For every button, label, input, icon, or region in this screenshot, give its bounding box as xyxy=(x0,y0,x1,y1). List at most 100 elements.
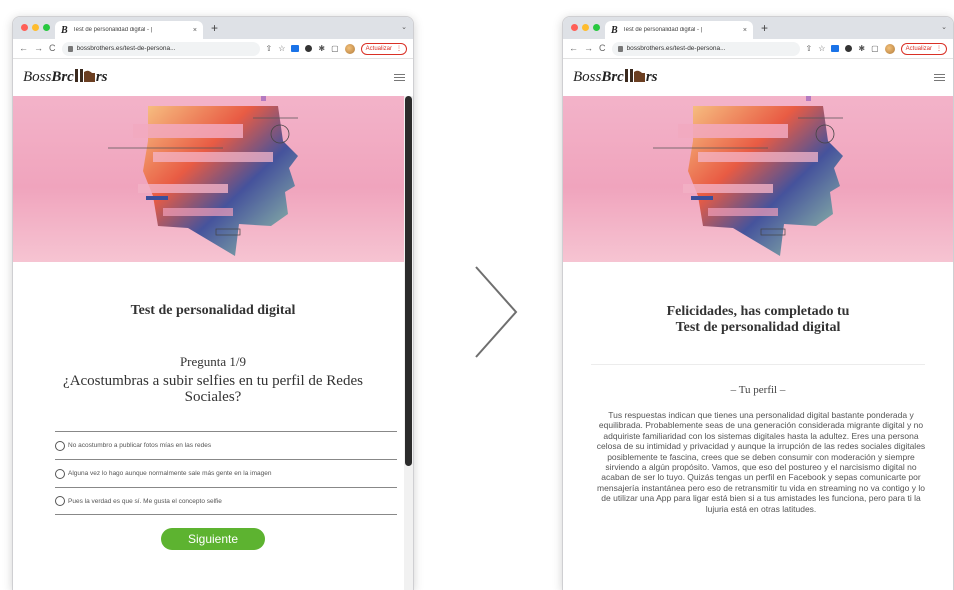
answer-options: No acostumbro a publicar fotos mías en l… xyxy=(55,431,397,515)
tab-close-icon[interactable]: × xyxy=(193,27,197,34)
share-icon[interactable]: ⇧ xyxy=(806,44,813,53)
tab-search-icon[interactable]: ⌄ xyxy=(941,23,947,31)
profile-head-graphic xyxy=(653,96,843,256)
question-text: ¿Acostumbras a subir selfies en tu perfi… xyxy=(63,373,363,405)
update-menu-icon: ⋮ xyxy=(936,46,942,52)
browser-tab[interactable]: B Test de personalidad digital - | × xyxy=(605,21,753,39)
answer-label: Pues la verdad es que sí. Me gusta el co… xyxy=(68,497,222,505)
radio-button[interactable] xyxy=(55,496,65,506)
star-icon[interactable]: ☆ xyxy=(818,44,825,53)
forward-arrow-icon[interactable]: → xyxy=(584,44,593,53)
address-bar[interactable]: bossbrothers.es/test-de-persona... xyxy=(611,41,800,56)
update-menu-icon: ⋮ xyxy=(396,46,402,52)
tab-search-icon[interactable]: ⌄ xyxy=(401,23,407,31)
answer-option-3[interactable]: Pues la verdad es que sí. Me gusta el co… xyxy=(55,487,397,515)
radio-button[interactable] xyxy=(55,440,65,451)
logo-prefix: Boss xyxy=(23,69,52,85)
result-title: Felicidades, has completado tu Test de p… xyxy=(563,304,953,336)
scrollbar-thumb[interactable] xyxy=(405,96,412,466)
maximize-window-button[interactable] xyxy=(593,24,600,31)
page-title: Test de personalidad digital xyxy=(130,303,296,318)
update-button[interactable]: Actualizar ⋮ xyxy=(360,42,407,55)
extension-icon[interactable] xyxy=(291,45,300,52)
browser-toolbar: ← → C bossbrothers.es/test-de-persona...… xyxy=(13,39,413,59)
close-window-button[interactable] xyxy=(571,24,578,31)
logo-suffix: rs xyxy=(95,69,108,85)
browser-toolbar: ← → C bossbrothers.es/test-de-persona...… xyxy=(563,39,953,59)
quiz-content: Test de personalidad digital Pregunta 1/… xyxy=(13,303,413,550)
profile-avatar[interactable] xyxy=(884,43,895,54)
new-tab-button[interactable]: + xyxy=(761,21,768,35)
result-title-line2: Test de personalidad digital xyxy=(675,320,841,335)
profile-avatar[interactable] xyxy=(344,43,355,54)
tab-bar: B Test de personalidad digital - | × + ⌄ xyxy=(563,17,953,39)
update-button[interactable]: Actualizar ⋮ xyxy=(900,42,947,55)
question-number: Pregunta 1/9 xyxy=(179,354,247,369)
minimize-window-button[interactable] xyxy=(32,24,39,31)
logo-bold: Brc xyxy=(51,69,74,85)
divider xyxy=(591,364,925,365)
tab-title: Test de personalidad digital - | xyxy=(622,27,703,33)
hamburger-menu-icon[interactable] xyxy=(934,73,945,82)
logo-prefix: Boss xyxy=(573,69,602,85)
new-tab-button[interactable]: + xyxy=(211,21,218,35)
site-logo[interactable]: BossBrc rs xyxy=(23,69,108,86)
update-label: Actualizar xyxy=(905,45,932,52)
extension-dark-icon[interactable] xyxy=(845,45,853,52)
back-arrow-icon[interactable]: ← xyxy=(569,44,578,53)
tab-bar: B Test de personalidad digital - | × + ⌄ xyxy=(13,17,413,39)
site-header: BossBrc rs xyxy=(13,59,413,96)
back-arrow-icon[interactable]: ← xyxy=(19,44,28,53)
logo-mark-icon xyxy=(624,69,646,85)
share-icon[interactable]: ⇧ xyxy=(266,44,273,53)
hero-illustration xyxy=(563,96,953,262)
sidebar-icon[interactable]: ▢ xyxy=(871,44,879,53)
minimize-window-button[interactable] xyxy=(582,24,589,31)
hero-illustration xyxy=(13,96,413,262)
lock-icon xyxy=(67,45,73,52)
browser-window-result: B Test de personalidad digital - | × + ⌄… xyxy=(562,16,954,590)
puzzle-icon[interactable]: ✱ xyxy=(858,44,865,53)
next-button[interactable]: Siguiente xyxy=(161,528,265,550)
site-logo[interactable]: BossBrc rs xyxy=(573,69,658,86)
logo-bold: Brc xyxy=(601,69,624,85)
answer-option-1[interactable]: No acostumbro a publicar fotos mías en l… xyxy=(55,431,397,459)
browser-window-quiz: B Test de personalidad digital - | × + ⌄… xyxy=(12,16,414,590)
radio-button[interactable] xyxy=(55,468,65,479)
window-controls xyxy=(571,24,600,31)
answer-label: No acostumbro a publicar fotos mías en l… xyxy=(68,442,212,449)
forward-arrow-icon[interactable]: → xyxy=(34,44,43,53)
address-bar[interactable]: bossbrothers.es/test-de-persona... xyxy=(61,41,260,56)
hamburger-menu-icon[interactable] xyxy=(394,73,405,82)
site-header: BossBrc rs xyxy=(563,59,953,96)
reload-icon[interactable]: C xyxy=(599,44,606,53)
sidebar-icon[interactable]: ▢ xyxy=(331,44,339,53)
result-content: Felicidades, has completado tu Test de p… xyxy=(563,304,953,514)
answer-option-2[interactable]: Alguna vez lo hago aunque normalmente sa… xyxy=(55,459,397,487)
favicon-icon: B xyxy=(61,24,68,36)
logo-mark-icon xyxy=(74,69,96,85)
tab-close-icon[interactable]: × xyxy=(743,27,747,34)
favicon-icon: B xyxy=(611,24,618,36)
reload-icon[interactable]: C xyxy=(49,44,56,53)
tab-title: Test de personalidad digital - | xyxy=(72,27,153,33)
puzzle-icon[interactable]: ✱ xyxy=(318,44,325,53)
window-controls xyxy=(21,24,50,31)
profile-head-graphic xyxy=(108,96,298,256)
logo-suffix: rs xyxy=(645,69,658,85)
lock-icon xyxy=(617,45,623,52)
star-icon[interactable]: ☆ xyxy=(278,44,285,53)
update-label: Actualizar xyxy=(365,45,392,52)
extension-icon[interactable] xyxy=(831,45,840,52)
profile-description: Tus respuestas indican que tienes una pe… xyxy=(596,410,926,514)
answer-label: Alguna vez lo hago aunque normalmente sa… xyxy=(68,470,272,477)
profile-heading: – Tu perfil – xyxy=(730,384,786,396)
maximize-window-button[interactable] xyxy=(43,24,50,31)
browser-tab[interactable]: B Test de personalidad digital - | × xyxy=(55,21,203,39)
chevron-right-icon xyxy=(475,266,518,358)
close-window-button[interactable] xyxy=(21,24,28,31)
url-text: bossbrothers.es/test-de-persona... xyxy=(76,45,176,52)
result-title-line1: Felicidades, has completado tu xyxy=(666,304,850,319)
extension-dark-icon[interactable] xyxy=(305,45,313,52)
url-text: bossbrothers.es/test-de-persona... xyxy=(626,45,726,52)
